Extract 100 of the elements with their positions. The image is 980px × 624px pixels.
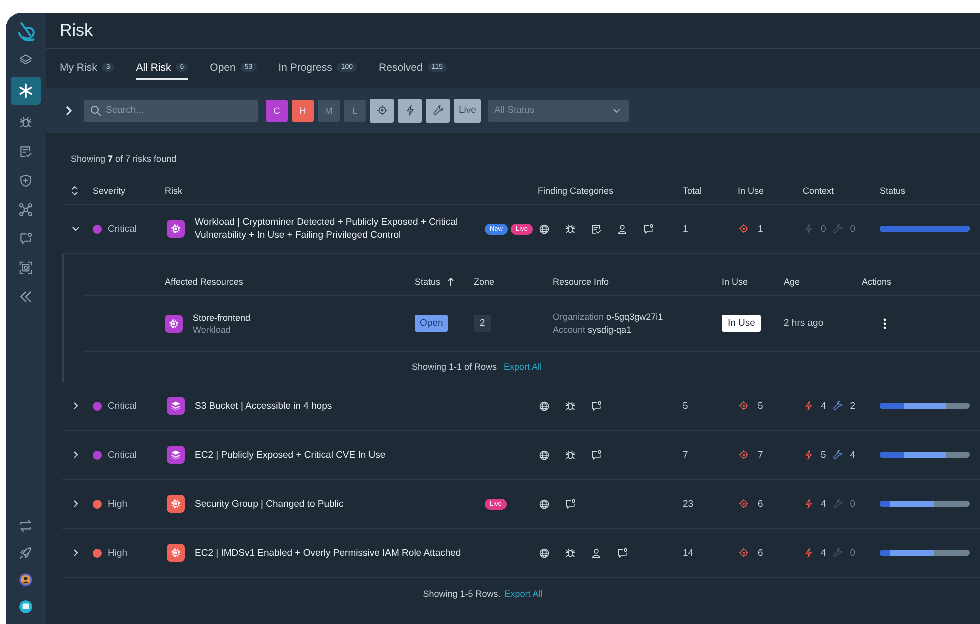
caret-icon[interactable] <box>71 548 81 558</box>
total-count: 23 <box>682 498 695 510</box>
target-filter[interactable] <box>370 98 394 122</box>
bug-icon <box>564 400 577 412</box>
caret-icon[interactable] <box>71 450 81 460</box>
column-header[interactable]: Total <box>675 186 728 196</box>
target-icon <box>376 104 388 117</box>
risk-title[interactable]: Security Group | Changed to Public <box>195 498 344 510</box>
severity-label: Critical <box>108 224 138 234</box>
shield-icon[interactable] <box>18 172 34 188</box>
chat-icon <box>590 400 603 412</box>
target-icon <box>738 498 750 510</box>
sort-arrow-icon[interactable] <box>446 276 456 286</box>
total-count: 7 <box>682 450 690 460</box>
resource-name[interactable]: Store-frontend <box>193 312 251 322</box>
export-link[interactable]: Export All <box>504 362 542 372</box>
severity-label: Critical <box>108 450 138 460</box>
target-icon <box>738 400 750 412</box>
bug-icon[interactable] <box>18 114 34 130</box>
scan-icon[interactable] <box>18 260 34 276</box>
total-count: 5 <box>682 400 690 412</box>
globe-icon <box>538 546 551 560</box>
chat-icon <box>564 498 577 510</box>
column-header[interactable]: Age <box>784 276 800 286</box>
in-use-count: 6 <box>758 498 764 510</box>
target-icon <box>738 449 750 461</box>
asterisk-icon[interactable] <box>17 82 35 100</box>
risk-title[interactable]: EC2 | Publicly Exposed + Critical CVE In Use <box>195 448 386 462</box>
caret-icon[interactable] <box>71 499 81 509</box>
zone-tag: 2 <box>474 315 492 332</box>
in-use-count: 7 <box>758 450 764 460</box>
globe-icon <box>538 400 551 412</box>
collapse-icon[interactable] <box>18 288 34 304</box>
risk-title[interactable]: S3 Bucket | Accessible in 4 hops <box>195 400 332 412</box>
live-filter[interactable]: Live <box>454 98 482 122</box>
globe-icon <box>538 222 551 236</box>
page-title: Risk <box>60 20 94 40</box>
sort-icon[interactable] <box>69 185 81 197</box>
search-icon <box>90 104 102 116</box>
column-header[interactable]: Status <box>415 276 441 286</box>
globe-icon <box>538 448 551 462</box>
stack-icon <box>167 397 185 415</box>
context-count: 2 <box>850 400 856 412</box>
caret-icon[interactable] <box>71 224 81 234</box>
risk-title[interactable]: Workload | Cryptominer Detected + Publicly Exposed + Critical Vulnerability + In Use + Failing Privileged Control <box>195 216 485 242</box>
wrench-icon <box>432 104 444 117</box>
stack-icon <box>167 446 185 464</box>
age-text: 2 hrs ago <box>784 318 825 329</box>
in-use-count: 6 <box>758 548 764 558</box>
severity-label: High <box>108 498 128 510</box>
risk-title[interactable]: EC2 | IMDSv1 Enabled + Overly Permissive IAM Role Attached <box>195 546 462 560</box>
context-count: 4 <box>821 400 826 412</box>
in-use-count: 5 <box>758 400 764 412</box>
in-use-count: 1 <box>758 224 764 234</box>
column-header[interactable]: Severity <box>88 186 165 196</box>
checklist-icon[interactable] <box>18 144 34 160</box>
target-icon <box>738 547 750 559</box>
column-header[interactable]: In Use <box>728 186 795 196</box>
wrench-filter[interactable] <box>426 98 450 122</box>
column-header[interactable]: Affected Resources <box>165 276 244 286</box>
context-count: 5 <box>821 450 826 460</box>
pagination-text: Showing 1-1 of Rows <box>412 362 497 372</box>
chip-icon <box>167 495 185 513</box>
column-header[interactable]: Finding Categories <box>530 186 675 196</box>
swap-icon[interactable] <box>18 518 34 534</box>
resource-info-line: Organization o-5gq3gw27i1 <box>553 312 664 322</box>
column-header[interactable]: Status <box>873 186 980 196</box>
layers-icon[interactable] <box>18 52 34 68</box>
in-use-tag: In Use <box>722 315 762 332</box>
column-header[interactable]: Actions <box>862 276 892 286</box>
context-count: 4 <box>850 450 856 460</box>
context-count: 0 <box>850 498 856 510</box>
pagination-text: Showing 1-5 Rows. <box>423 588 501 598</box>
chat-icon[interactable] <box>18 230 34 246</box>
column-header[interactable]: Context <box>795 186 873 196</box>
search-field[interactable]: Search... <box>84 100 258 122</box>
avatar-icon[interactable] <box>18 572 34 588</box>
person-icon <box>616 222 629 236</box>
rocket-icon[interactable] <box>18 544 34 560</box>
column-header[interactable]: Risk <box>165 186 485 196</box>
chat-icon <box>590 448 603 462</box>
export-link[interactable]: Export All <box>504 588 543 598</box>
column-header[interactable]: In Use <box>722 276 748 286</box>
bolt-filter[interactable] <box>398 98 422 122</box>
chip-icon <box>167 544 185 562</box>
column-header[interactable]: Resource Info <box>553 276 610 286</box>
network-icon[interactable] <box>18 202 34 218</box>
context-count: 0 <box>850 548 856 558</box>
bug-icon <box>564 448 577 462</box>
filter-button[interactable]: C <box>266 100 288 122</box>
chat-bubble-icon[interactable] <box>18 598 34 614</box>
bug-icon <box>564 222 577 236</box>
person-icon <box>590 546 603 560</box>
severity-label: High <box>108 548 128 558</box>
chat-icon <box>642 222 655 236</box>
total-count: 1 <box>682 224 690 234</box>
resource-type: Workload <box>193 324 232 334</box>
column-header[interactable]: Zone <box>474 276 495 286</box>
caret-icon[interactable] <box>71 401 81 411</box>
checklist-icon <box>590 222 603 236</box>
